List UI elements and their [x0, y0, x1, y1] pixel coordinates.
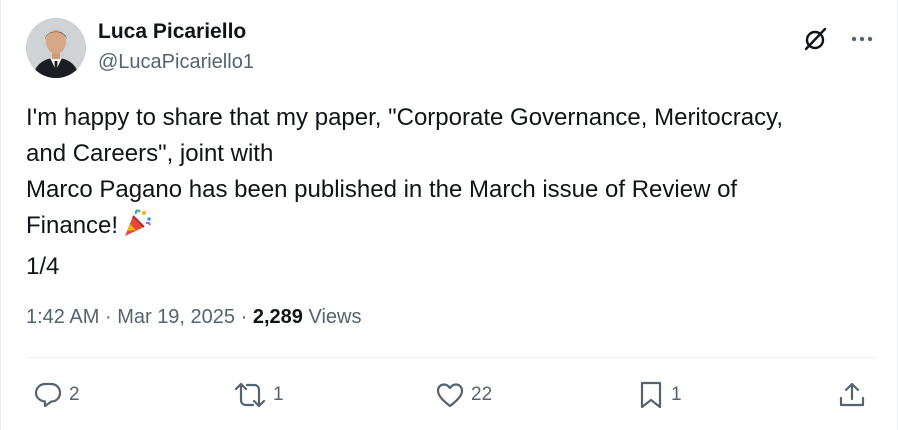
reply-icon	[34, 382, 62, 408]
reply-count: 2	[69, 384, 80, 405]
share-button[interactable]	[837, 378, 867, 412]
tweet-card: Luca Picariello @LucaPicariello1 I'm hap…	[0, 0, 898, 430]
author-handle[interactable]: @LucaPicariello1	[98, 51, 254, 74]
tweet-line: and Careers", joint with	[26, 140, 274, 167]
tweet-date[interactable]: Mar 19, 2025	[117, 306, 235, 328]
meta-separator: ·	[104, 306, 112, 328]
like-count: 22	[471, 384, 493, 405]
like-button[interactable]: 22	[435, 378, 492, 412]
meta-separator: ·	[240, 306, 248, 328]
share-icon	[839, 382, 865, 407]
author-name[interactable]: Luca Picariello	[98, 20, 246, 44]
reply-button[interactable]: 2	[33, 378, 80, 412]
more-horizontal-icon	[851, 36, 873, 42]
bookmark-button[interactable]: 1	[637, 378, 682, 412]
divider	[26, 357, 876, 358]
tweet-line: Finance!	[26, 212, 119, 239]
tweet-line-with-emoji: Finance!	[26, 208, 876, 249]
grok-icon	[804, 27, 827, 51]
tweet-meta: 1:42 AM · Mar 19, 2025 · 2,289 Views	[26, 306, 361, 329]
avatar-photo	[26, 18, 86, 78]
repost-count: 1	[273, 384, 284, 405]
tweet-line: Marco Pagano has been published in the M…	[26, 176, 738, 203]
views-count: 2,289	[252, 306, 303, 328]
bookmark-count: 1	[671, 384, 682, 405]
views-label: Views	[308, 306, 362, 328]
more-button[interactable]	[847, 24, 877, 54]
tweet-line: 1/4	[26, 253, 60, 280]
repost-button[interactable]: 1	[233, 378, 284, 412]
repost-icon	[234, 382, 266, 408]
avatar[interactable]	[26, 18, 86, 78]
bookmark-icon	[640, 381, 662, 409]
grok-button[interactable]	[800, 24, 830, 54]
tweet-text: I'm happy to share that my paper, "Corpo…	[26, 100, 876, 285]
tweet-time[interactable]: 1:42 AM	[26, 306, 99, 328]
tweet-line: I'm happy to share that my paper, "Corpo…	[26, 104, 784, 131]
party-popper-icon	[122, 208, 152, 249]
heart-icon	[436, 383, 464, 408]
